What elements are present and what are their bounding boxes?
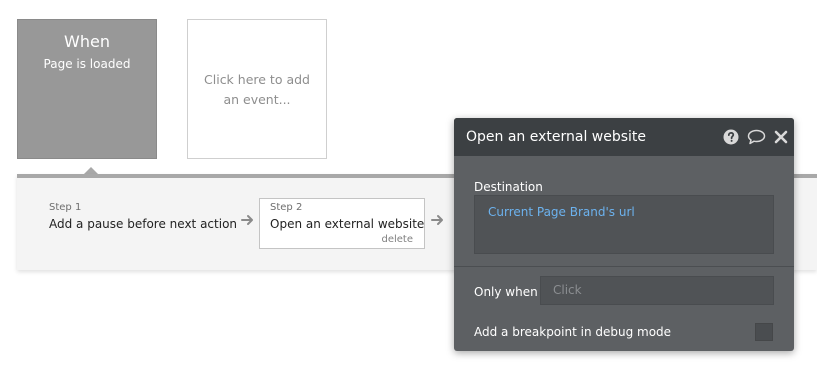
- breakpoint-label: Add a breakpoint in debug mode: [474, 325, 672, 339]
- add-event-card[interactable]: Click here to add an event...: [187, 19, 327, 159]
- destination-field[interactable]: Current Page Brand's url: [474, 195, 774, 254]
- comment-icon[interactable]: [747, 129, 766, 145]
- add-event-text: Click here to add an event...: [204, 72, 310, 107]
- popup-title: Open an external website: [466, 129, 647, 145]
- step-2-title: Open an external website: [270, 217, 425, 231]
- arrow-right-icon: [431, 215, 443, 225]
- step-2[interactable]: Step 2 Open an external website delete: [259, 198, 425, 249]
- step-1[interactable]: Step 1 Add a pause before next action: [49, 202, 237, 232]
- popup-icons: [723, 129, 788, 145]
- breakpoint-checkbox[interactable]: [755, 323, 773, 341]
- event-when-title: When: [64, 32, 110, 51]
- delete-step-link[interactable]: delete: [381, 234, 413, 245]
- section-divider: [454, 266, 794, 267]
- step-1-number: Step 1: [49, 202, 82, 213]
- step-1-title: Add a pause before next action: [49, 217, 238, 231]
- step-2-number: Step 2: [270, 202, 303, 213]
- event-when-card[interactable]: When Page is loaded: [17, 19, 157, 159]
- arrow-right-icon: [241, 215, 253, 225]
- destination-dynamic-value[interactable]: Current Page Brand's url: [488, 204, 635, 220]
- popup-header: Open an external website: [454, 118, 794, 156]
- selected-event-caret: [84, 167, 98, 174]
- only-when-label: Only when: [474, 285, 538, 299]
- event-trigger-label: Page is loaded: [43, 57, 131, 71]
- only-when-input[interactable]: Click: [540, 276, 774, 305]
- action-property-editor: Open an external website Destination Cur…: [454, 118, 794, 351]
- close-icon[interactable]: [774, 130, 788, 144]
- destination-label: Destination: [474, 180, 543, 194]
- help-icon[interactable]: [723, 129, 739, 145]
